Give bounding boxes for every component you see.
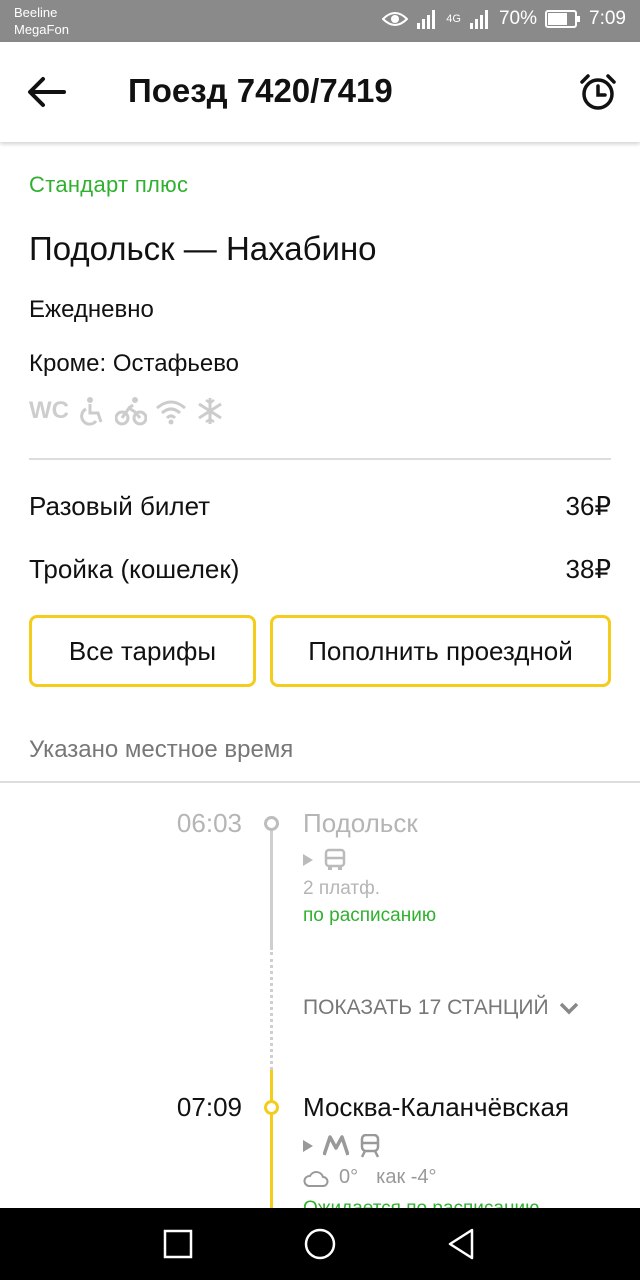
top-up-button[interactable]: Пополнить проездной xyxy=(270,615,611,687)
back-button[interactable] xyxy=(26,74,72,110)
show-stations-button[interactable]: ПОКАЗАТЬ 17 СТАНЦИЙ xyxy=(303,996,579,1020)
timeline-line xyxy=(270,952,273,1070)
stop-status: Ожидается по расписанию xyxy=(303,1198,539,1208)
price-value: 38₽ xyxy=(565,554,611,584)
battery-percent: 70% xyxy=(498,8,538,29)
bicycle-icon xyxy=(114,397,147,426)
signal-icon xyxy=(417,10,436,29)
show-stations-label: ПОКАЗАТЬ 17 СТАНЦИЙ xyxy=(303,996,549,1019)
train-details: Стандарт плюс Подольск — Нахабино Ежедне… xyxy=(0,142,640,1208)
local-time-note: Указано местное время xyxy=(29,736,294,763)
divider xyxy=(29,458,611,460)
schedule-days: Ежедневно xyxy=(29,296,154,323)
home-icon[interactable] xyxy=(302,1226,338,1262)
network-type: 4G xyxy=(446,13,461,25)
play-icon xyxy=(303,1140,313,1152)
timeline-line xyxy=(270,1070,273,1208)
signal-icon-2 xyxy=(469,10,488,29)
status-bar: Beeline MegaFon 4G 70% 7:09 xyxy=(0,0,640,42)
bus-icon xyxy=(324,848,346,870)
wifi-icon xyxy=(156,400,186,425)
price-label: Разовый билет xyxy=(29,491,211,521)
status-time: 7:09 xyxy=(589,8,626,29)
weather-feels: как -4° xyxy=(376,1166,437,1188)
all-fares-button[interactable]: Все тарифы xyxy=(29,615,256,687)
stop-transfers xyxy=(303,848,347,872)
page-title: Поезд 7420/7419 xyxy=(128,72,393,109)
route-title: Подольск — Нахабино xyxy=(29,230,377,267)
wc-icon: WC xyxy=(29,397,69,424)
stop-transfers xyxy=(303,1134,381,1158)
app-bar: Поезд 7420/7419 xyxy=(0,42,640,142)
snowflake-icon xyxy=(198,398,222,424)
price-value: 36₽ xyxy=(565,491,611,521)
arrow-left-icon xyxy=(28,77,66,107)
play-icon xyxy=(303,854,313,866)
price-label: Тройка (кошелек) xyxy=(29,554,240,584)
except-stations: Кроме: Остафьево xyxy=(29,350,240,377)
price-row-troika: Тройка (кошелек) 38₽ xyxy=(29,554,611,585)
chevron-down-icon xyxy=(559,1002,578,1015)
recent-apps-icon[interactable] xyxy=(160,1226,196,1262)
eye-icon xyxy=(382,12,409,26)
carrier-beeline: Beeline xyxy=(14,5,58,20)
wheelchair-icon xyxy=(80,397,103,426)
metro-icon xyxy=(323,1135,349,1156)
price-row-single: Разовый билет 36₽ xyxy=(29,491,611,522)
stop-name: Москва-Каланчёвская xyxy=(303,1092,570,1122)
stop-time: 07:09 xyxy=(176,1092,242,1122)
stop-platform: 2 платф. xyxy=(303,878,380,899)
stop-time: 06:03 xyxy=(176,808,242,838)
stop-marker xyxy=(264,816,279,831)
stop-marker xyxy=(264,1100,279,1115)
train-icon xyxy=(360,1134,380,1158)
cloud-sun-icon xyxy=(303,1170,329,1187)
status-icons: 4G 70% 7:09 xyxy=(382,8,626,30)
weather-temp: 0° xyxy=(339,1166,359,1188)
timeline-line xyxy=(270,826,273,950)
amenities-row: WC xyxy=(29,396,225,426)
back-nav-icon[interactable] xyxy=(444,1226,480,1262)
stop-name: Подольск xyxy=(303,808,418,838)
divider xyxy=(0,781,640,783)
stop-status: по расписанию xyxy=(303,905,437,926)
alarm-clock-icon xyxy=(580,74,616,110)
tariff-class: Стандарт плюс xyxy=(29,172,189,197)
system-nav-bar xyxy=(0,1208,640,1280)
carrier-names: Beeline MegaFon xyxy=(14,4,69,38)
stop-weather: 0° как -4° xyxy=(303,1166,437,1189)
alarm-button[interactable] xyxy=(578,72,618,112)
battery-icon xyxy=(545,10,581,28)
carrier-megafon: MegaFon xyxy=(14,22,69,37)
